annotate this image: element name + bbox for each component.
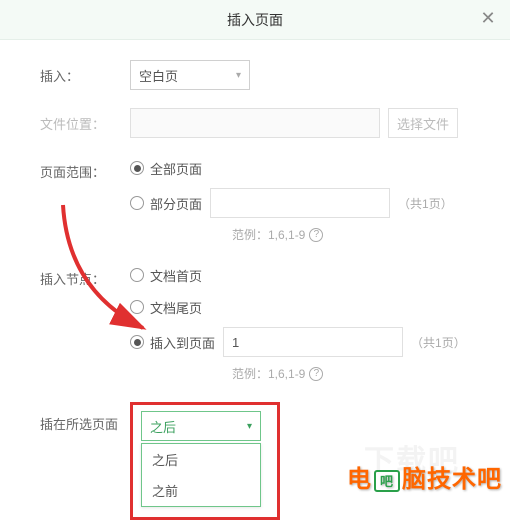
radio-first-page[interactable]: 文档首页 <box>130 263 480 287</box>
close-button[interactable]: ✕ <box>478 8 498 28</box>
position-label: 插在所选页面 <box>40 402 130 433</box>
radio-icon <box>130 268 144 282</box>
radio-partial-pages-label: 部分页面 <box>150 194 202 213</box>
highlighted-region: 之后 ▾ 之后 之前 <box>130 402 280 520</box>
file-location-input <box>130 108 380 138</box>
radio-all-pages[interactable]: 全部页面 <box>130 156 480 180</box>
radio-icon <box>130 300 144 314</box>
help-icon[interactable]: ? <box>309 367 323 381</box>
page-range-example: 范例：1,6,1-9 <box>232 226 305 243</box>
dialog-content: 插入： 空白页 ▾ 文件位置： 选择文件 页面范围： 全部页面 <box>0 40 510 520</box>
radio-last-page-label: 文档尾页 <box>150 298 202 317</box>
page-range-label: 页面范围： <box>40 156 130 181</box>
radio-icon <box>130 335 144 349</box>
dialog-header: 插入页面 ✕ <box>0 0 510 40</box>
insert-label: 插入： <box>40 60 130 85</box>
chevron-down-icon: ▾ <box>236 70 241 81</box>
radio-all-pages-label: 全部页面 <box>150 159 202 178</box>
chevron-down-icon: ▾ <box>247 421 252 432</box>
row-insert-point: 插入节点： 文档首页 文档尾页 插入到页面 （共1页） 范例：1,6,1-9 ? <box>40 263 480 382</box>
partial-pages-input[interactable] <box>210 188 390 218</box>
row-page-range: 页面范围： 全部页面 部分页面 （共1页） 范例：1,6,1-9 ? <box>40 156 480 243</box>
position-dropdown: 之后 之前 <box>141 443 261 507</box>
position-select[interactable]: 之后 ▾ <box>141 411 261 441</box>
insert-select-value: 空白页 <box>139 66 178 85</box>
dialog-title: 插入页面 <box>227 10 283 30</box>
radio-first-page-label: 文档首页 <box>150 266 202 285</box>
radio-icon <box>130 196 144 210</box>
radio-partial-pages[interactable]: 部分页面 <box>130 191 202 215</box>
radio-icon <box>130 161 144 175</box>
position-select-value: 之后 <box>150 417 176 436</box>
to-page-total: （共1页） <box>411 334 466 351</box>
partial-pages-total: （共1页） <box>398 195 453 212</box>
row-file-location: 文件位置： 选择文件 <box>40 108 480 138</box>
insert-point-label: 插入节点： <box>40 263 130 288</box>
radio-to-page[interactable]: 插入到页面 <box>130 330 215 354</box>
radio-to-page-label: 插入到页面 <box>150 333 215 352</box>
position-option-before[interactable]: 之前 <box>142 475 260 506</box>
row-insert: 插入： 空白页 ▾ <box>40 60 480 90</box>
browse-file-button: 选择文件 <box>388 108 458 138</box>
position-option-after[interactable]: 之后 <box>142 444 260 475</box>
row-position: 插在所选页面 之后 ▾ 之后 之前 <box>40 402 480 520</box>
file-location-label: 文件位置： <box>40 108 130 133</box>
insert-point-example: 范例：1,6,1-9 <box>232 365 305 382</box>
insert-select[interactable]: 空白页 ▾ <box>130 60 250 90</box>
to-page-input[interactable] <box>223 327 403 357</box>
help-icon[interactable]: ? <box>309 228 323 242</box>
radio-last-page[interactable]: 文档尾页 <box>130 295 480 319</box>
